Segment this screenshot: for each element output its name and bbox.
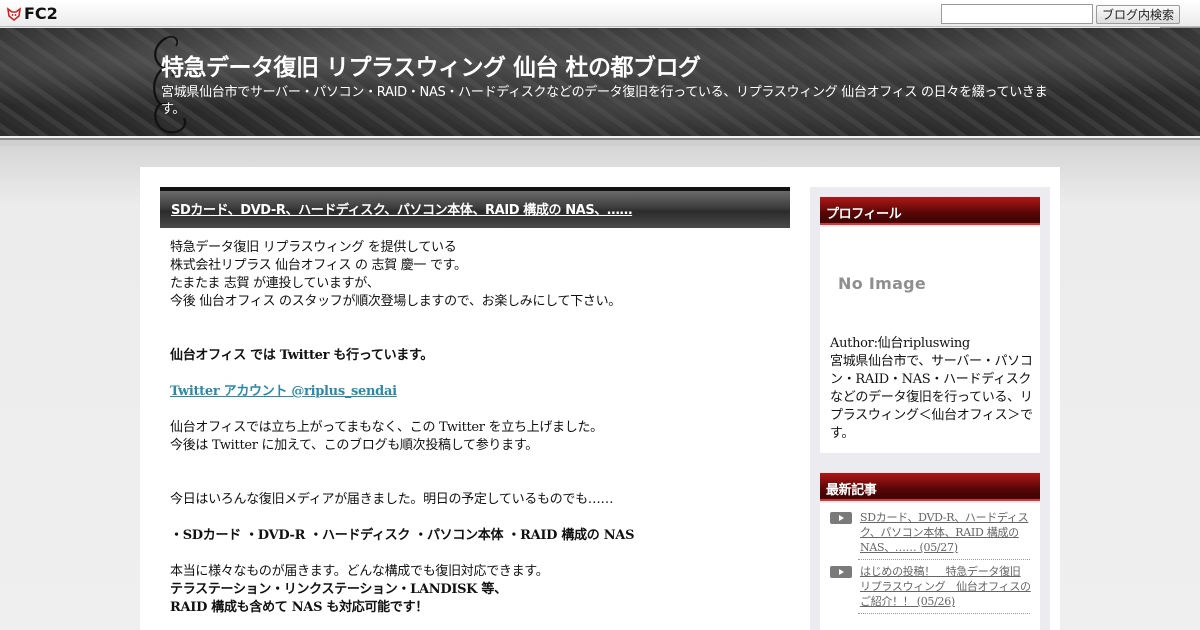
- profile-author: Author:仙台ripluswing: [830, 336, 970, 351]
- entry-spacer: [170, 509, 780, 527]
- entry-paragraph: 本当に様々なものが届きます。どんな構成でも復旧対応できます。: [170, 564, 549, 579]
- entry-spacer: [170, 455, 780, 473]
- recent-item-divider: [858, 613, 1030, 614]
- recent-item-link[interactable]: SDカード、DVD-R、ハードディスク、パソコン本体、RAID 構成の NAS、…: [860, 510, 1032, 555]
- blog-title[interactable]: 特急データ復旧 リプラスウィング 仙台 杜の都ブログ: [161, 48, 701, 82]
- entry-spacer: [170, 365, 780, 383]
- fc2-logo-text: FC2: [24, 4, 58, 23]
- entry-paragraph: 仙台オフィスでは立ち上がってまもなく、この Twitter を立ち上げました。: [170, 420, 603, 435]
- entry-paragraph: 特急データ復旧 リプラスウィング を提供している: [170, 240, 457, 255]
- blog-description: 宮城県仙台市でサーバー・パソコン・RAID・NAS・ハードディスクなどのデータ復…: [161, 85, 1048, 117]
- fc2-logo[interactable]: FC2: [6, 4, 58, 23]
- entry-paragraph: 今後は Twitter に加えて、このブログも順次投稿して参ります。: [170, 438, 538, 453]
- entry-paragraph: 今後 仙台オフィス のスタッフが順次登場しますので、お楽しみにして下さい。: [170, 294, 621, 309]
- entry-body: 特急データ復旧 リプラスウィング を提供している 株式会社リプラス 仙台オフィス …: [170, 239, 780, 617]
- entry-paragraph: 株式会社リプラス 仙台オフィス の 志賀 慶一 です。: [170, 258, 467, 273]
- entry-paragraph: 今日はいろんな復旧メディアが届きました。明日の予定しているものでも……: [170, 492, 614, 507]
- no-image-placeholder: No Image: [838, 274, 927, 293]
- entry-paragraph: Twitter アカウント @riplus_sendai: [170, 383, 780, 401]
- entry-paragraph: ・SDカード ・DVD-R ・ハードディスク ・パソコン本体 ・RAID 構成の…: [170, 528, 635, 543]
- recent-item-link[interactable]: はじめの投稿！ 特急データ復旧 リプラスウィング 仙台オフィスのご紹介！！ (0…: [860, 564, 1032, 609]
- blog-header: 特急データ復旧 リプラスウィング 仙台 杜の都ブログ 宮城県仙台市でサーバー・パ…: [0, 28, 1200, 136]
- entry-paragraph: テラステーション・リンクステーション・LANDISK 等、: [170, 582, 507, 597]
- profile-widget-title: プロフィール: [826, 207, 902, 222]
- profile-widget-header: プロフィール: [820, 197, 1040, 225]
- recent-widget-title: 最新記事: [826, 483, 877, 498]
- blog-search-button[interactable]: ブログ内検索: [1096, 5, 1180, 24]
- fc2-topbar: FC2 ブログ内検索: [0, 0, 1200, 27]
- entry-paragraph: たまたま 志賀 が連投していますが、: [170, 276, 380, 291]
- entry-spacer: [170, 329, 780, 347]
- entry-header: SDカード、DVD-R、ハードディスク、パソコン本体、RAID 構成の NAS、…: [160, 187, 790, 228]
- recent-item-divider: [858, 559, 1030, 560]
- entry-paragraph: RAID 構成も含めて NAS も対応可能です！: [170, 600, 428, 615]
- fc2-fox-icon: [6, 6, 22, 21]
- play-arrow-icon: [830, 566, 852, 578]
- entry-title-link[interactable]: SDカード、DVD-R、ハードディスク、パソコン本体、RAID 構成の NAS、…: [171, 199, 633, 218]
- play-arrow-icon: [830, 512, 852, 524]
- entry-spacer: [170, 311, 780, 329]
- blog-search-input[interactable]: [941, 4, 1093, 24]
- profile-text: Author:仙台ripluswing 宮城県仙台市で、サーバー・パソコン・RA…: [830, 335, 1034, 443]
- entry-paragraph: 仙台オフィス では Twitter も行っています。: [170, 348, 434, 363]
- twitter-account-link[interactable]: Twitter アカウント @riplus_sendai: [170, 384, 397, 399]
- recent-widget-header: 最新記事: [820, 473, 1040, 501]
- header-divider: [0, 136, 1200, 146]
- entry-spacer: [170, 473, 780, 491]
- profile-description: 宮城県仙台市で、サーバー・パソコン・RAID・NAS・ハードディスクなどのデータ…: [830, 354, 1033, 441]
- entry-spacer: [170, 401, 780, 419]
- entry-spacer: [170, 545, 780, 563]
